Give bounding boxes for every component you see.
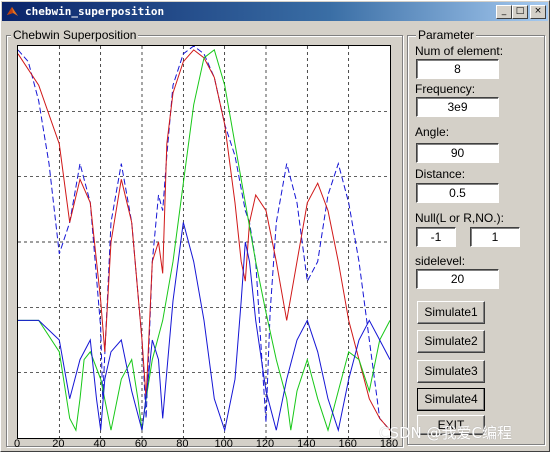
distance-label: Distance:	[415, 167, 466, 181]
angle-field[interactable]	[416, 143, 499, 163]
x-tick-label: 80	[176, 438, 189, 450]
app-window: chebwin_superposition _ □ × Chebwin Supe…	[0, 0, 550, 452]
null-side-field[interactable]	[416, 227, 456, 247]
simulate4-button[interactable]: Simulate4	[417, 388, 485, 411]
close-button[interactable]: ×	[530, 5, 546, 19]
frequency-label: Frequency:	[415, 82, 476, 96]
x-tick-label: 60	[134, 438, 148, 450]
simulate1-button[interactable]: Simulate1	[417, 301, 485, 324]
matlab-logo-icon	[7, 7, 18, 16]
window-title: chebwin_superposition	[25, 5, 165, 18]
maximize-button[interactable]: □	[512, 5, 528, 19]
null-label: Null(L or R,NO.):	[415, 211, 504, 225]
simulate2-button[interactable]: Simulate2	[417, 330, 485, 353]
watermark-text: CSDN @我爱C编程	[379, 424, 513, 442]
x-tick-label: 40	[93, 438, 106, 450]
chart-svg	[18, 46, 390, 438]
x-tick-label: 160	[338, 438, 357, 450]
null-number-field[interactable]	[470, 227, 520, 247]
frequency-field[interactable]	[416, 97, 499, 117]
x-tick-label: 20	[52, 438, 65, 450]
chart-axes	[17, 45, 391, 439]
series-line-4	[18, 222, 390, 433]
angle-label: Angle:	[415, 125, 450, 139]
num-elements-field[interactable]	[416, 59, 499, 79]
parameter-panel-title: Parameter	[416, 28, 477, 42]
series-line-2	[18, 49, 390, 431]
title-bar[interactable]: chebwin_superposition _ □ ×	[2, 2, 548, 21]
x-tick-label: 0	[13, 438, 21, 450]
close-icon: ×	[534, 6, 542, 16]
sidelevel-field[interactable]	[416, 269, 499, 289]
x-tick-label: 100	[214, 438, 233, 450]
simulate3-button[interactable]: Simulate3	[417, 360, 485, 383]
distance-field[interactable]	[416, 183, 499, 203]
sidelevel-label: sidelevel:	[415, 254, 466, 268]
num-elements-label: Num of element:	[415, 44, 504, 58]
plot-panel-title: Chebwin Superposition	[11, 28, 139, 42]
maximize-icon: □	[515, 6, 525, 16]
x-tick-label: 120	[255, 438, 275, 450]
minimize-button[interactable]: _	[496, 5, 512, 19]
x-tick-label: 140	[297, 438, 316, 450]
minimize-icon: _	[501, 6, 507, 16]
